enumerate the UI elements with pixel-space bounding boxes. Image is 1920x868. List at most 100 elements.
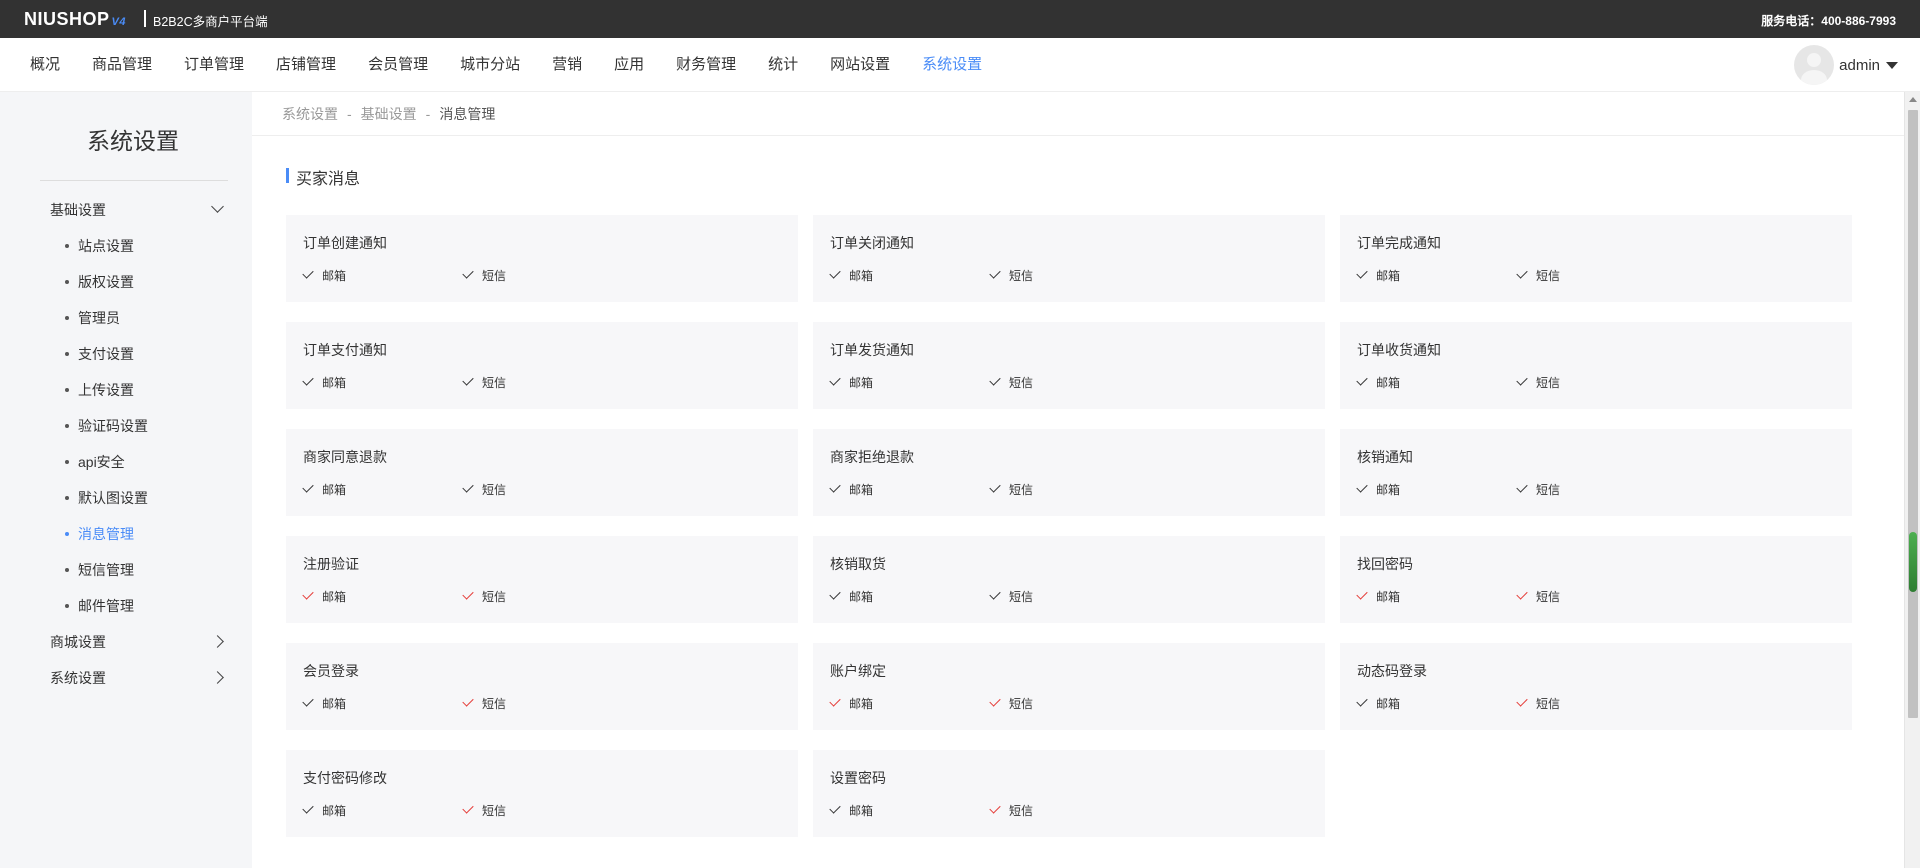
sms-option[interactable]: 短信 [989, 481, 1033, 498]
sidebar-item-email[interactable]: 邮件管理 [65, 588, 134, 624]
sidebar-item-message[interactable]: 消息管理 [65, 516, 134, 552]
sidebar-item-payment[interactable]: 支付设置 [65, 336, 134, 372]
message-card: 找回密码 邮箱 短信 [1340, 536, 1852, 623]
sidebar-item-admin[interactable]: 管理员 [65, 300, 120, 336]
sms-option[interactable]: 短信 [989, 695, 1034, 712]
sms-option[interactable]: 短信 [462, 695, 506, 712]
email-option[interactable]: 邮箱 [302, 374, 347, 391]
scrollbar[interactable] [1904, 92, 1920, 868]
sms-option[interactable]: 短信 [462, 481, 507, 498]
nav-item-overview[interactable]: 概况 [14, 38, 76, 92]
email-option[interactable]: 邮箱 [302, 481, 346, 498]
sidebar-divider [40, 180, 228, 181]
email-option[interactable]: 邮箱 [829, 588, 874, 605]
sms-option[interactable]: 短信 [1516, 481, 1560, 498]
nav-item-orders[interactable]: 订单管理 [168, 38, 260, 92]
nav-item-goods[interactable]: 商品管理 [76, 38, 168, 92]
check-icon [462, 588, 474, 600]
sms-option[interactable]: 短信 [462, 802, 506, 819]
message-card-title: 会员登录 [303, 663, 359, 679]
sidebar-group-mall[interactable]: 商城设置 [50, 624, 230, 660]
email-option[interactable]: 邮箱 [302, 267, 347, 284]
nav-item-city-branch[interactable]: 城市分站 [444, 38, 536, 92]
email-option[interactable]: 邮箱 [302, 588, 346, 605]
check-icon [1356, 588, 1368, 600]
sidebar-item-label: 验证码设置 [78, 418, 148, 434]
message-card: 账户绑定 邮箱 短信 [813, 643, 1325, 730]
sidebar-group-basic[interactable]: 基础设置 [50, 192, 230, 228]
sidebar-item-api-security[interactable]: api安全 [65, 444, 125, 480]
logo-divider [144, 10, 146, 27]
email-option[interactable]: 邮箱 [829, 695, 873, 712]
email-option[interactable]: 邮箱 [829, 267, 873, 284]
nav-item-finance[interactable]: 财务管理 [660, 38, 752, 92]
sms-option-label: 短信 [1009, 590, 1034, 604]
email-option[interactable]: 邮箱 [1356, 481, 1400, 498]
sms-option-label: 短信 [1009, 804, 1034, 818]
email-option[interactable]: 邮箱 [1356, 695, 1400, 712]
email-option[interactable]: 邮箱 [302, 802, 346, 819]
nav-item-marketing[interactable]: 营销 [536, 38, 598, 92]
nav-item-members[interactable]: 会员管理 [352, 38, 444, 92]
logo[interactable]: NIUSHOP V4 [24, 9, 126, 30]
sidebar-item-label: 管理员 [78, 310, 120, 326]
sidebar-title: 系统设置 [87, 128, 179, 154]
sidebar-item-copyright[interactable]: 版权设置 [65, 264, 134, 300]
email-option[interactable]: 邮箱 [829, 374, 873, 391]
scrollbar-thumb[interactable] [1908, 110, 1918, 718]
breadcrumb-level1[interactable]: 系统设置 [282, 106, 338, 122]
check-icon [829, 267, 841, 279]
email-option-label: 邮箱 [322, 376, 347, 390]
email-option[interactable]: 邮箱 [302, 695, 346, 712]
sms-option[interactable]: 短信 [1516, 588, 1560, 605]
nav-item-statistics[interactable]: 统计 [752, 38, 814, 92]
sidebar: 系统设置 基础设置 站点设置 版权设置 管理员 支付设置 上传设置 验证码设置 … [0, 92, 252, 868]
sms-option[interactable]: 短信 [462, 588, 506, 605]
email-option[interactable]: 邮箱 [1356, 588, 1400, 605]
sidebar-item-default-image[interactable]: 默认图设置 [65, 480, 148, 516]
sms-option-label: 短信 [482, 483, 507, 497]
sms-option[interactable]: 短信 [1516, 267, 1560, 284]
message-card: 商家拒绝退款 邮箱 短信 [813, 429, 1325, 516]
sidebar-item-upload[interactable]: 上传设置 [65, 372, 134, 408]
sms-option-label: 短信 [1009, 697, 1034, 711]
nav-item-website-settings[interactable]: 网站设置 [814, 38, 906, 92]
nav-item-apps[interactable]: 应用 [598, 38, 660, 92]
sms-option-label: 短信 [1009, 376, 1034, 390]
sms-option[interactable]: 短信 [1516, 374, 1560, 391]
email-option[interactable]: 邮箱 [829, 802, 873, 819]
check-icon [1356, 267, 1368, 279]
email-option[interactable]: 邮箱 [1356, 374, 1400, 391]
nav-item-shops[interactable]: 店铺管理 [260, 38, 352, 92]
check-icon [989, 481, 1001, 493]
breadcrumb-level2[interactable]: 基础设置 [361, 106, 417, 122]
email-option[interactable]: 邮箱 [1356, 267, 1400, 284]
sms-option[interactable]: 短信 [462, 374, 506, 391]
sidebar-item-sms[interactable]: 短信管理 [65, 552, 134, 588]
main-nav: 概况 商品管理 订单管理 店铺管理 会员管理 城市分站 营销 应用 财务管理 统… [0, 38, 1920, 92]
sms-option[interactable]: 短信 [989, 588, 1034, 605]
email-option[interactable]: 邮箱 [829, 481, 873, 498]
message-card: 订单关闭通知 邮箱 短信 [813, 215, 1325, 302]
scroll-up-arrow-icon[interactable] [1909, 97, 1917, 102]
sms-option[interactable]: 短信 [989, 802, 1034, 819]
message-card-title: 动态码登录 [1357, 663, 1427, 679]
breadcrumb-current: 消息管理 [439, 106, 496, 122]
email-option-label: 邮箱 [322, 269, 347, 283]
sms-option[interactable]: 短信 [989, 374, 1034, 391]
sidebar-group-system[interactable]: 系统设置 [50, 660, 230, 696]
user-menu[interactable]: admin [1794, 45, 1898, 85]
check-icon [989, 374, 1001, 386]
sidebar-item-captcha[interactable]: 验证码设置 [65, 408, 148, 444]
sms-option[interactable]: 短信 [462, 267, 506, 284]
sms-option[interactable]: 短信 [989, 267, 1033, 284]
chevron-down-icon [211, 200, 224, 213]
sms-option[interactable]: 短信 [1516, 695, 1560, 712]
sidebar-item-site[interactable]: 站点设置 [65, 228, 134, 264]
check-icon [462, 267, 474, 279]
message-card: 订单发货通知 邮箱 短信 [813, 322, 1325, 409]
check-icon [302, 481, 314, 493]
email-option-label: 邮箱 [849, 590, 874, 604]
message-card: 核销通知 邮箱 短信 [1340, 429, 1852, 516]
nav-item-system-settings[interactable]: 系统设置 [906, 38, 998, 92]
